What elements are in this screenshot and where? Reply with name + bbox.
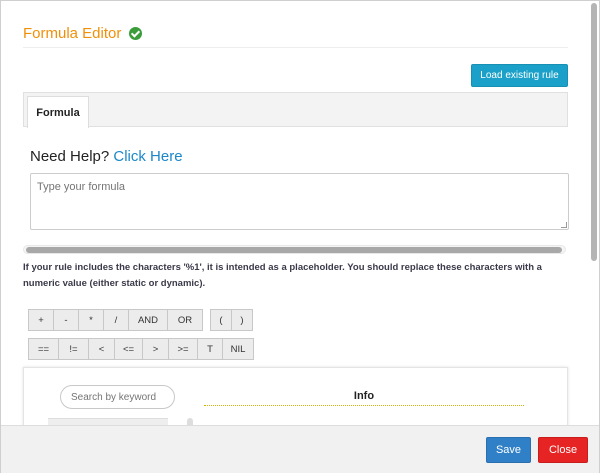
op-open-paren-button[interactable]: ( [210,309,232,331]
save-button[interactable]: Save [486,437,531,463]
op-nil-button[interactable]: NIL [222,338,254,360]
op-and-button[interactable]: AND [128,309,168,331]
op-multiply-button[interactable]: * [78,309,104,331]
operator-row-1: + - * / AND OR ( ) [28,309,253,331]
vertical-scrollbar-thumb[interactable] [591,3,597,261]
help-text: Need Help? Click Here [30,148,183,165]
tab-formula[interactable]: Formula [27,96,89,128]
info-divider [204,405,524,406]
vertical-scrollbar[interactable] [590,3,598,263]
op-plus-button[interactable]: + [28,309,54,331]
op-not-equal-button[interactable]: != [58,338,89,360]
check-circle-icon [129,26,143,40]
op-greater-button[interactable]: > [142,338,169,360]
resize-grip-icon[interactable] [561,222,567,228]
header-divider [23,47,568,48]
op-greater-equal-button[interactable]: >= [168,338,198,360]
op-divide-button[interactable]: / [103,309,129,331]
help-link[interactable]: Click Here [113,148,182,165]
op-equal-button[interactable]: == [28,338,59,360]
operator-row-2: == != < <= > >= T NIL [28,338,254,360]
formula-editor-modal: Formula Editor Load existing rule Formul… [0,0,600,473]
info-title: Info [353,390,375,402]
op-close-paren-button[interactable]: ) [231,309,253,331]
close-button[interactable]: Close [538,437,588,463]
op-true-button[interactable]: T [197,338,223,360]
modal-header: Formula Editor [23,21,143,45]
tab-bar: Formula [23,92,568,128]
keyword-search-input[interactable] [60,385,175,409]
modal-footer: Save Close [1,425,599,473]
formula-input[interactable] [30,173,569,230]
op-less-equal-button[interactable]: <= [114,338,143,360]
modal-title: Formula Editor [23,24,122,42]
load-existing-rule-button[interactable]: Load existing rule [471,64,568,87]
help-prefix: Need Help? [30,148,110,165]
op-minus-button[interactable]: - [53,309,79,331]
op-or-button[interactable]: OR [167,309,203,331]
op-less-button[interactable]: < [88,338,115,360]
horizontal-scrollbar-thumb[interactable] [26,247,562,253]
horizontal-scrollbar[interactable] [23,245,566,254]
placeholder-note: If your rule includes the characters '%1… [23,262,542,289]
